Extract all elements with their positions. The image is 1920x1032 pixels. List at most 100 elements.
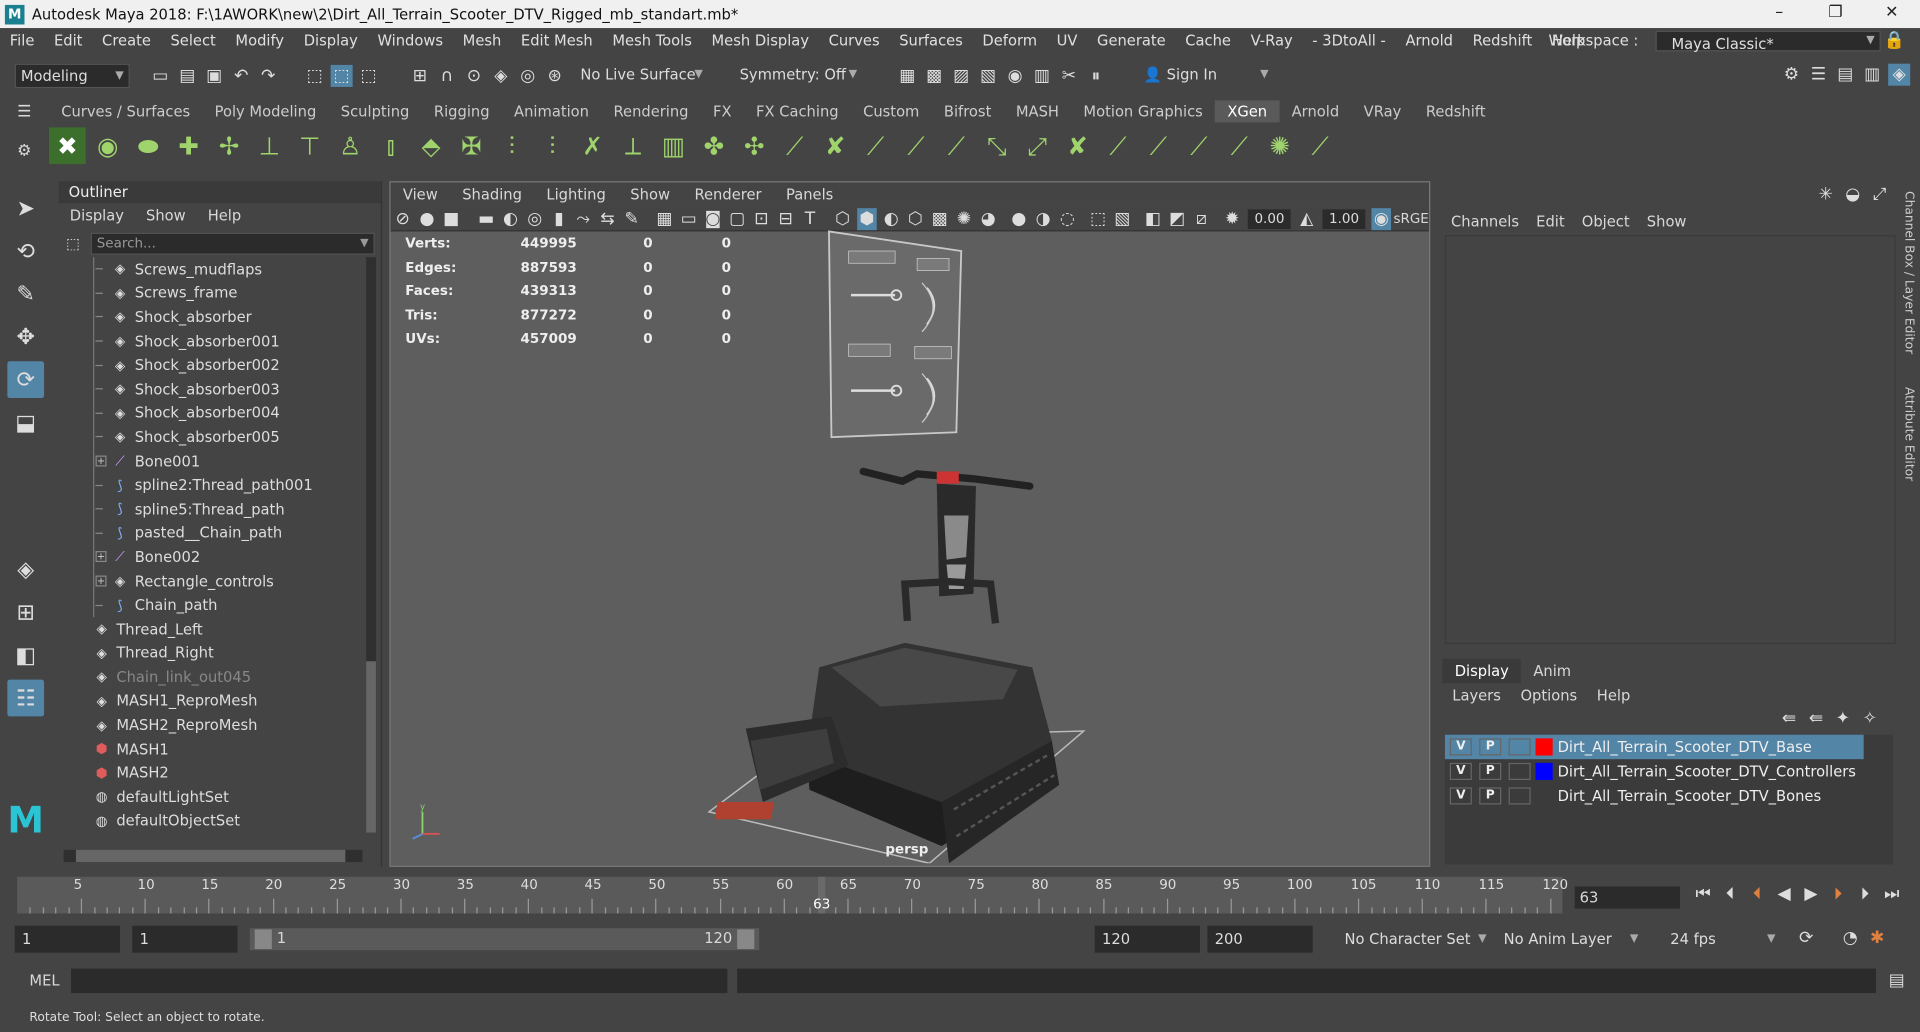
close-button[interactable]: ✕: [1864, 0, 1920, 28]
outliner-item[interactable]: ⬢ MASH2: [59, 761, 365, 785]
outliner-item[interactable]: ⟆ spline2:Thread_path001: [59, 473, 365, 498]
shelf-tab-bifrost[interactable]: Bifrost: [932, 100, 1004, 122]
layer-display-type-toggle[interactable]: [1508, 762, 1531, 780]
layer-visibility-toggle[interactable]: V: [1449, 762, 1472, 780]
xgen-tool-7-icon[interactable]: ⊤: [291, 127, 328, 164]
xgen-tool-5-icon[interactable]: ✢: [211, 127, 248, 164]
xgen-tool-13-icon[interactable]: ⫶: [534, 127, 571, 164]
xgen-tool-8-icon[interactable]: ♙: [332, 127, 369, 164]
layer-editor-icon[interactable]: ◈: [1888, 63, 1911, 86]
exposure-icon[interactable]: ✹: [1223, 208, 1242, 230]
layer-playback-toggle[interactable]: P: [1479, 738, 1502, 756]
shelf-tab-poly-modeling[interactable]: Poly Modeling: [202, 100, 328, 122]
xgen-tool-21-icon[interactable]: ⟋: [857, 127, 894, 164]
channel-icon-1[interactable]: ✳: [1815, 184, 1837, 206]
shelf-tab-arnold[interactable]: Arnold: [1279, 100, 1351, 122]
current-frame-field[interactable]: 63: [1574, 886, 1681, 909]
xgen-tool-28-icon[interactable]: ⟋: [1140, 127, 1177, 164]
layer-display-type-toggle[interactable]: [1508, 787, 1531, 805]
menu-v-ray[interactable]: V-Ray: [1241, 28, 1303, 52]
xray-components-icon[interactable]: ◩: [1168, 208, 1187, 230]
snap-grid-icon[interactable]: ⊞: [409, 65, 431, 87]
layer-menu-help[interactable]: Help: [1587, 683, 1640, 707]
viewport-menu-lighting[interactable]: Lighting: [534, 182, 618, 206]
expand-toggle-icon[interactable]: +: [95, 455, 107, 467]
menu-mesh-display[interactable]: Mesh Display: [702, 28, 819, 52]
workspace-dropdown[interactable]: Maya Classic*: [1655, 30, 1881, 52]
modeling-toolkit-icon[interactable]: ⚙: [1780, 64, 1802, 86]
viewport-panel[interactable]: View Shading Lighting Show Renderer Panels ⊘ …: [389, 181, 1431, 867]
xgen-tool-24-icon[interactable]: ⤡: [978, 127, 1015, 164]
viewport-menu-renderer[interactable]: Renderer: [682, 182, 774, 206]
xgen-tool-31-icon[interactable]: ✺: [1261, 127, 1298, 164]
channel-menu-object[interactable]: Object: [1573, 208, 1638, 235]
layer-menu-layers[interactable]: Layers: [1442, 683, 1510, 707]
layer-color-swatch[interactable]: [1535, 762, 1553, 780]
snap-curve-icon[interactable]: ∩: [436, 65, 458, 87]
outliner-menu-help[interactable]: Help: [197, 203, 253, 227]
layer-menu-options[interactable]: Options: [1511, 683, 1587, 707]
persp-outliner-icon[interactable]: ◧: [7, 637, 44, 674]
attribute-editor-icon[interactable]: ☰: [1807, 64, 1829, 86]
menu-edit-mesh[interactable]: Edit Mesh: [511, 28, 602, 52]
redo-icon[interactable]: ↷: [257, 65, 279, 87]
menu-cache[interactable]: Cache: [1175, 28, 1240, 52]
expand-toggle-icon[interactable]: +: [95, 575, 107, 587]
four-view-icon[interactable]: ⊞: [7, 594, 44, 631]
expand-toggle-icon[interactable]: +: [95, 551, 107, 563]
outliner-vertical-scrollbar[interactable]: [366, 257, 376, 833]
menu-windows[interactable]: Windows: [368, 28, 453, 52]
render-frame-icon[interactable]: ▩: [923, 65, 945, 87]
play-backward-icon[interactable]: ◀: [1771, 884, 1798, 904]
playback-end-field[interactable]: 120: [1094, 925, 1201, 953]
render-settings-icon[interactable]: ▧: [977, 65, 999, 87]
step-forward-key-icon[interactable]: ⏵: [1825, 884, 1852, 904]
viewport-menu-panels[interactable]: Panels: [774, 182, 846, 206]
save-scene-icon[interactable]: ▣: [203, 65, 225, 87]
outliner-item[interactable]: ⟆ pasted__Chain_path: [59, 521, 365, 546]
shelf-tab-vray[interactable]: VRay: [1351, 100, 1413, 122]
shelf-menu-icon[interactable]: ☰: [17, 103, 31, 121]
motion-trail-icon[interactable]: ⤳: [574, 208, 593, 230]
film-gate-icon[interactable]: ▭: [679, 208, 698, 230]
menu-mesh-tools[interactable]: Mesh Tools: [603, 28, 702, 52]
layer-row[interactable]: V P Dirt_All_Terrain_Scooter_DTV_Bones: [1445, 784, 1893, 808]
camera-select-icon[interactable]: ⊘: [393, 208, 412, 230]
open-scene-icon[interactable]: ▤: [176, 65, 198, 87]
shelf-tab-sculpting[interactable]: Sculpting: [329, 100, 422, 122]
new-scene-icon[interactable]: ▭: [149, 65, 171, 87]
select-tool-icon[interactable]: ➤: [7, 190, 44, 227]
outliner-menu-show[interactable]: Show: [135, 203, 197, 227]
shelf-tab-redshift[interactable]: Redshift: [1414, 100, 1498, 122]
sign-in-dropdown[interactable]: 👤 Sign In: [1138, 63, 1274, 89]
viewport-menu-show[interactable]: Show: [618, 182, 682, 206]
start-time-field[interactable]: 1: [14, 925, 121, 953]
xgen-tool-18-icon[interactable]: ✣: [736, 127, 773, 164]
outliner-item[interactable]: ◈ Shock_absorber002: [59, 353, 365, 378]
gamma-field[interactable]: 1.00: [1322, 208, 1366, 229]
snap-point-icon[interactable]: ⊙: [463, 65, 485, 87]
xgen-tool-22-icon[interactable]: ⟋: [898, 127, 935, 164]
xray-joints-icon[interactable]: ◧: [1143, 208, 1162, 230]
menu-uv[interactable]: UV: [1047, 28, 1087, 52]
render-stop-icon[interactable]: ✂: [1058, 65, 1080, 87]
search-filter-icon[interactable]: ⬚: [66, 235, 80, 252]
exposure-field[interactable]: 0.00: [1247, 208, 1291, 229]
channel-box-icon[interactable]: ▥: [1861, 64, 1883, 86]
paint-select-icon[interactable]: ✎: [7, 276, 44, 313]
xgen-tool-3-icon[interactable]: ⬬: [130, 127, 167, 164]
select-component-icon[interactable]: ⬚: [358, 65, 380, 87]
live-surface-field[interactable]: No Live Surface: [575, 63, 708, 89]
outliner-item[interactable]: ◈ Shock_absorber001: [59, 329, 365, 354]
outliner-item[interactable]: + ⟋ Bone001: [59, 449, 365, 474]
undo-icon[interactable]: ↶: [230, 65, 252, 87]
hypershade-icon[interactable]: ◉: [1004, 65, 1026, 87]
outliner-search-input[interactable]: Search... ▼: [90, 232, 375, 255]
layer-row[interactable]: V P Dirt_All_Terrain_Scooter_DTV_Controlle…: [1445, 759, 1893, 783]
xgen-tool-17-icon[interactable]: ✤: [696, 127, 733, 164]
menu-curves[interactable]: Curves: [819, 28, 890, 52]
move-layer-up-icon[interactable]: ⇚: [1778, 708, 1800, 730]
layer-color-swatch[interactable]: [1535, 787, 1553, 805]
layer-color-swatch[interactable]: [1535, 738, 1553, 756]
outliner-item[interactable]: ◈ Thread_Left: [59, 617, 365, 641]
